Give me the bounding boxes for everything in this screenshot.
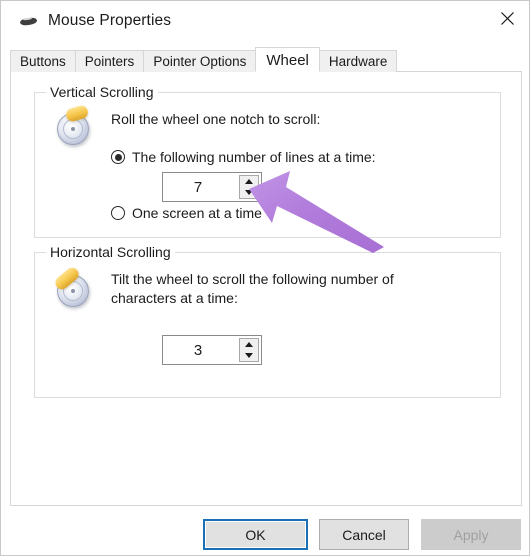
ok-button[interactable]: OK — [203, 519, 308, 550]
radio-one-screen-at-a-time[interactable]: One screen at a time — [111, 205, 262, 221]
tab-strip: Buttons Pointers Pointer Options Wheel H… — [10, 47, 522, 72]
tab-pointer-options[interactable]: Pointer Options — [143, 50, 257, 72]
radio-lines-indicator — [111, 150, 125, 164]
radio-lines-at-a-time[interactable]: The following number of lines at a time: — [111, 149, 376, 165]
radio-lines-label: The following number of lines at a time: — [132, 149, 376, 165]
ok-button-label: OK — [205, 521, 306, 548]
horizontal-scrolling-spinner[interactable]: 3 — [162, 335, 262, 365]
radio-screen-label: One screen at a time — [132, 205, 262, 221]
close-icon[interactable] — [485, 2, 529, 35]
tab-hardware[interactable]: Hardware — [318, 50, 398, 72]
vertical-scroll-wheel-icon — [52, 104, 100, 153]
vertical-scrolling-spinner-value[interactable]: 7 — [163, 173, 239, 201]
horizontal-scroll-wheel-icon — [52, 265, 100, 315]
tab-wheel[interactable]: Wheel — [255, 47, 320, 72]
window-title: Mouse Properties — [48, 12, 172, 29]
title-bar: Mouse Properties — [2, 2, 529, 40]
triangle-up-icon[interactable] — [240, 339, 258, 350]
vertical-scrolling-group: Vertical Scrolling Roll the wheel one no… — [34, 84, 501, 238]
horizontal-scrolling-group: Horizontal Scrolling Tilt the wheel to s… — [34, 244, 501, 398]
horizontal-scrolling-group-title: Horizontal Scrolling — [46, 244, 175, 260]
vertical-scrolling-group-title: Vertical Scrolling — [46, 84, 158, 100]
radio-screen-indicator — [111, 206, 125, 220]
dialog-footer: OK Cancel Apply — [1, 513, 529, 555]
vertical-scrolling-description: Roll the wheel one notch to scroll: — [111, 111, 321, 127]
cancel-button[interactable]: Cancel — [319, 519, 409, 550]
wheel-tab-panel: Vertical Scrolling Roll the wheel one no… — [10, 71, 522, 506]
horizontal-scrolling-spinner-value[interactable]: 3 — [163, 336, 239, 364]
mouse-icon — [19, 13, 39, 29]
tab-pointers[interactable]: Pointers — [74, 50, 145, 72]
vertical-scrolling-spinner[interactable]: 7 — [162, 172, 262, 202]
mouse-properties-dialog: Mouse Properties Buttons Pointers Pointe… — [0, 0, 530, 556]
triangle-up-icon[interactable] — [240, 176, 258, 187]
horizontal-scrolling-description: Tilt the wheel to scroll the following n… — [111, 271, 394, 306]
triangle-down-icon[interactable] — [240, 350, 258, 361]
triangle-down-icon[interactable] — [240, 187, 258, 198]
tab-buttons[interactable]: Buttons — [10, 50, 76, 72]
apply-button: Apply — [421, 519, 521, 550]
